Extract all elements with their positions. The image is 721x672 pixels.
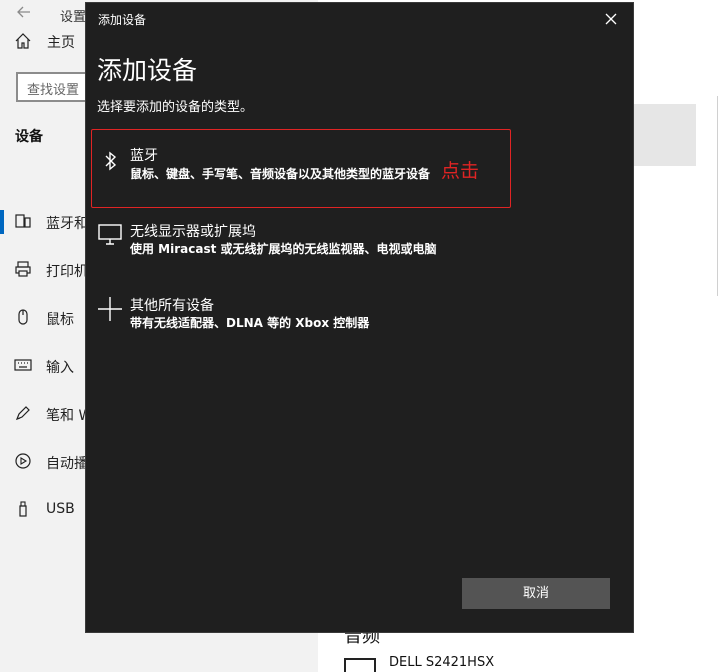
close-icon xyxy=(605,13,617,25)
monitor-device-icon xyxy=(344,658,376,672)
printer-icon xyxy=(15,261,31,277)
sidebar-item-label: USB xyxy=(46,501,75,517)
bluetooth-icon xyxy=(105,151,117,171)
option-description: 带有无线适配器、DLNA 等的 Xbox 控制器 xyxy=(130,316,370,330)
sidebar-item-label: 自动播 xyxy=(46,456,88,472)
arrow-left-icon xyxy=(17,6,30,18)
sidebar-item-printers[interactable]: 打印机 xyxy=(0,256,88,284)
back-button[interactable] xyxy=(14,4,34,24)
search-input[interactable]: 查找设置 xyxy=(16,72,96,102)
sidebar-item-label: 输入 xyxy=(46,360,74,376)
scrollbar[interactable] xyxy=(717,96,718,296)
monitor-device-name[interactable]: DELL S2421HSX xyxy=(389,655,494,670)
nav-home-label: 主页 xyxy=(47,35,75,51)
option-everything-else[interactable]: 其他所有设备 带有无线适配器、DLNA 等的 Xbox 控制器 xyxy=(91,283,511,361)
option-name: 无线显示器或扩展坞 xyxy=(130,224,256,240)
option-wireless-display[interactable]: 无线显示器或扩展坞 使用 Miracast 或无线扩展坞的无线监视器、电视或电脑 xyxy=(91,207,511,285)
plus-icon xyxy=(98,297,122,321)
mouse-icon xyxy=(18,309,28,325)
active-indicator xyxy=(0,210,4,234)
devices-icon xyxy=(15,214,31,228)
dialog-heading: 添加设备 xyxy=(97,56,198,85)
nav-home[interactable]: 主页 xyxy=(14,30,94,54)
dialog-close-button[interactable] xyxy=(601,9,621,29)
sidebar-item-autoplay[interactable]: 自动播 xyxy=(0,448,88,476)
sidebar-item-label: 蓝牙和 xyxy=(46,216,88,232)
dialog-titlebar: 添加设备 xyxy=(86,3,633,33)
option-description: 使用 Miracast 或无线扩展坞的无线监视器、电视或电脑 xyxy=(130,242,437,256)
sidebar-item-pen[interactable]: 笔和 W xyxy=(0,400,92,428)
sidebar-item-mouse[interactable]: 鼠标 xyxy=(0,304,86,332)
sidebar-item-label: 打印机 xyxy=(46,264,88,280)
sidebar-item-usb[interactable]: USB xyxy=(0,496,86,524)
usb-icon xyxy=(19,501,27,517)
option-name: 蓝牙 xyxy=(130,148,158,164)
monitor-icon xyxy=(98,224,122,245)
option-name: 其他所有设备 xyxy=(130,298,214,314)
content-tile xyxy=(634,104,696,166)
dialog-window-title: 添加设备 xyxy=(98,13,147,27)
annotation-click-label: 点击 xyxy=(441,160,480,182)
home-icon xyxy=(15,33,31,49)
option-description: 鼠标、键盘、手写笔、音频设备以及其他类型的蓝牙设备 xyxy=(130,167,431,181)
search-placeholder: 查找设置 xyxy=(27,83,80,98)
add-device-dialog: 添加设备 添加设备 选择要添加的设备的类型。 蓝牙 鼠标、键盘、手写笔、音频设备… xyxy=(85,2,634,633)
cancel-button[interactable]: 取消 xyxy=(462,578,610,609)
section-title: 设备 xyxy=(15,129,43,145)
autoplay-icon xyxy=(15,453,31,469)
sidebar-item-bluetooth[interactable]: 蓝牙和 xyxy=(0,208,88,236)
pen-icon xyxy=(15,406,30,421)
sidebar-item-label: 鼠标 xyxy=(46,312,74,328)
dialog-subtitle: 选择要添加的设备的类型。 xyxy=(97,100,254,115)
keyboard-icon xyxy=(14,359,32,371)
window-title: 设置 xyxy=(60,10,87,25)
sidebar-item-typing[interactable]: 输入 xyxy=(0,352,86,380)
